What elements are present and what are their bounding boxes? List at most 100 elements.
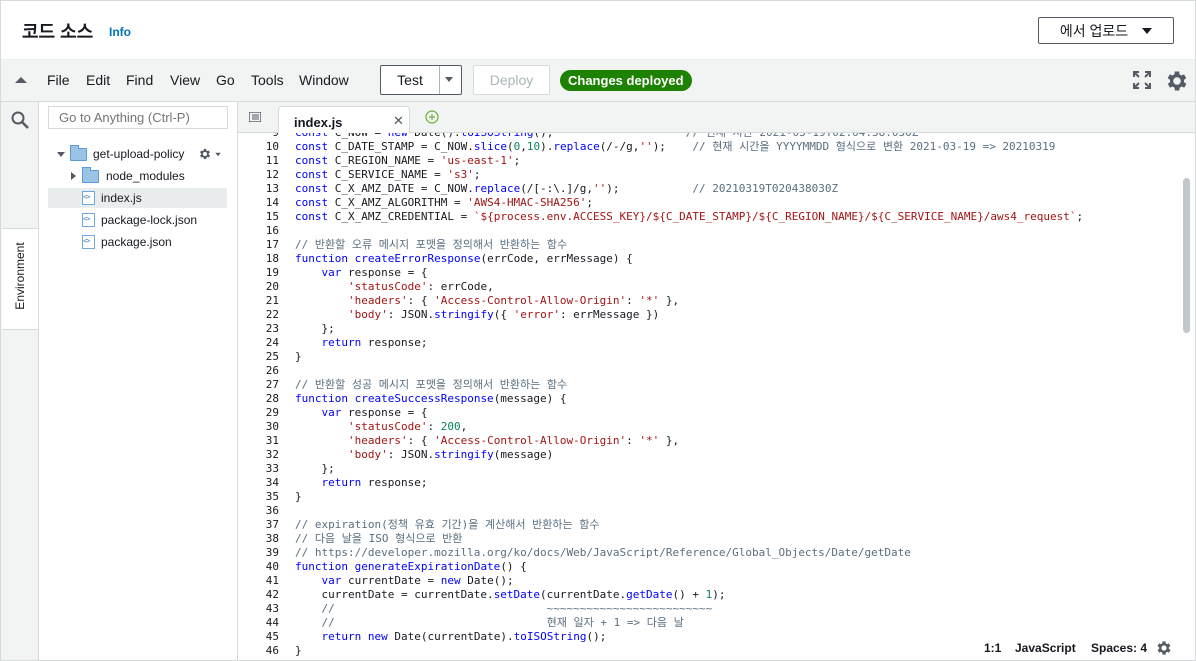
code-editor[interactable]: 9 const C_NOW = new Date().toISOString();… — [238, 133, 1195, 660]
line-code: } — [295, 490, 302, 503]
line-code: 'body': JSON.stringify(message) — [347, 448, 554, 461]
info-link[interactable]: Info — [109, 25, 131, 39]
tree-item-label: get-upload-policy — [93, 147, 185, 161]
tree-item-node-modules[interactable]: node_modules — [71, 166, 221, 186]
js-file-icon — [82, 191, 95, 205]
line-code: 'headers': { 'Access-Control-Allow-Origi… — [347, 434, 680, 447]
go-to-anything-input[interactable] — [48, 106, 228, 129]
line-code: 'statusCode': 200, — [347, 420, 468, 433]
line-code: function createErrorResponse(errCode, er… — [295, 252, 633, 265]
line-number: 31 — [265, 434, 279, 447]
test-split-button: Test — [380, 65, 462, 95]
menu-view[interactable]: View — [170, 72, 200, 88]
line-number: 25 — [265, 350, 279, 363]
line-number: 30 — [265, 420, 279, 433]
collapse-up-icon[interactable] — [15, 77, 27, 83]
line-number: 41 — [265, 574, 279, 587]
environment-tab[interactable]: Environment — [2, 228, 38, 330]
tree-item-label: package.json — [101, 235, 172, 249]
line-number: 21 — [265, 294, 279, 307]
tree-item-label: node_modules — [106, 169, 185, 183]
menu-edit[interactable]: Edit — [86, 72, 110, 88]
upload-from-button[interactable]: 에서 업로드 — [1038, 17, 1174, 44]
caret-down-icon[interactable] — [215, 152, 222, 156]
line-code: const C_X_AMZ_ALGORITHM = 'AWS4-HMAC-SHA… — [295, 196, 594, 209]
line-number: 32 — [265, 448, 279, 461]
line-number: 44 — [265, 616, 279, 629]
line-code: 'headers': { 'Access-Control-Allow-Origi… — [347, 294, 680, 307]
line-code: // https://developer.mozilla.org/ko/docs… — [295, 546, 911, 559]
language-mode[interactable]: JavaScript — [1015, 641, 1076, 655]
menu-file[interactable]: File — [47, 72, 70, 88]
line-code: return response; — [321, 476, 428, 489]
menu-go[interactable]: Go — [216, 72, 235, 88]
test-dropdown-icon[interactable] — [445, 77, 453, 82]
line-number: 37 — [265, 518, 279, 531]
lambda-code-source-panel: 코드 소스 Info 에서 업로드 File Edit Find View Go… — [0, 0, 1196, 661]
file-tree-panel: get-upload-policy node_modules index.js … — [39, 102, 238, 660]
line-number: 28 — [265, 392, 279, 405]
deploy-button[interactable]: Deploy — [473, 65, 550, 95]
line-code: var response = { — [321, 266, 428, 279]
line-code: 'statusCode': errCode, — [347, 280, 494, 293]
line-code: // 반환할 성공 메시지 포맷을 정의해서 반환하는 함수 — [295, 378, 568, 391]
line-number: 36 — [265, 504, 279, 517]
gear-icon[interactable] — [1155, 639, 1173, 657]
tree-item-package-json[interactable]: package.json — [48, 232, 227, 252]
line-code: // expiration(정책 유효 기간)을 계산해서 반환하는 함수 — [295, 518, 600, 531]
fullscreen-icon[interactable] — [1133, 71, 1151, 89]
line-code: function generateExpirationDate() { — [295, 560, 527, 573]
line-number: 34 — [265, 476, 279, 489]
vertical-scrollbar[interactable] — [1183, 178, 1190, 333]
line-number: 33 — [265, 462, 279, 475]
line-code: return new Date(currentDate).toISOString… — [321, 630, 607, 643]
line-number: 40 — [265, 560, 279, 573]
tree-item-index-js[interactable]: index.js — [48, 188, 227, 208]
line-code: const C_X_AMZ_DATE = C_NOW.replace(/[-:\… — [295, 182, 839, 195]
open-files-list-icon[interactable] — [249, 112, 261, 122]
test-button[interactable]: Test — [381, 66, 440, 94]
line-number: 42 — [265, 588, 279, 601]
search-icon[interactable] — [10, 110, 30, 130]
upload-from-label: 에서 업로드 — [1059, 22, 1129, 39]
json-file-icon — [82, 235, 95, 249]
chevron-down-icon[interactable] — [57, 151, 65, 157]
line-code: const C_DATE_STAMP = C_NOW.slice(0,10).r… — [295, 140, 1056, 153]
tab-index-js[interactable]: index.js ✕ — [278, 106, 410, 133]
line-number: 15 — [265, 210, 279, 223]
gear-icon[interactable] — [198, 147, 212, 161]
line-number: 18 — [265, 252, 279, 265]
tree-item-label: index.js — [101, 191, 142, 205]
line-code: const C_X_AMZ_CREDENTIAL = `${process.en… — [295, 210, 1084, 223]
ide-left-strip: Environment — [1, 102, 39, 660]
tree-item-label: package-lock.json — [101, 213, 198, 227]
line-code: }; — [295, 462, 335, 475]
line-number: 13 — [265, 182, 279, 195]
line-number: 29 — [265, 406, 279, 419]
line-code: 'body': JSON.stringify({ 'error': errMes… — [347, 308, 660, 321]
tree-item-get-upload-policy[interactable]: get-upload-policy — [57, 144, 227, 164]
folder-icon — [82, 166, 99, 183]
menu-find[interactable]: Find — [126, 72, 153, 88]
cursor-position[interactable]: 1:1 — [984, 641, 1001, 655]
menu-window[interactable]: Window — [299, 72, 349, 88]
gear-icon[interactable] — [1164, 68, 1190, 94]
line-code: const C_NOW = new Date().toISOString(); … — [295, 133, 918, 140]
panel-header: 코드 소스 Info 에서 업로드 — [1, 1, 1195, 60]
line-number: 43 — [265, 602, 279, 615]
ide-menubar: File Edit Find View Go Tools Window Test… — [1, 60, 1195, 102]
close-icon[interactable]: ✕ — [393, 113, 404, 129]
line-code: } — [295, 644, 302, 657]
tree-item-package-lock-json[interactable]: package-lock.json — [48, 210, 227, 230]
line-code: return response; — [321, 336, 428, 349]
editor-status-bar: 1:1 JavaScript Spaces: 4 — [977, 638, 1195, 660]
menu-tools[interactable]: Tools — [251, 72, 284, 88]
indent-setting[interactable]: Spaces: 4 — [1091, 641, 1147, 655]
chevron-right-icon[interactable] — [71, 172, 76, 180]
line-number: 11 — [265, 154, 279, 167]
add-tab-icon[interactable] — [425, 110, 439, 124]
line-code: // 다음 날을 ISO 형식으로 반환 — [295, 532, 463, 545]
line-code: currentDate = currentDate.setDate(curren… — [295, 588, 726, 601]
line-code: var currentDate = new Date(); — [321, 574, 514, 587]
environment-tab-label: Environment — [13, 242, 27, 310]
